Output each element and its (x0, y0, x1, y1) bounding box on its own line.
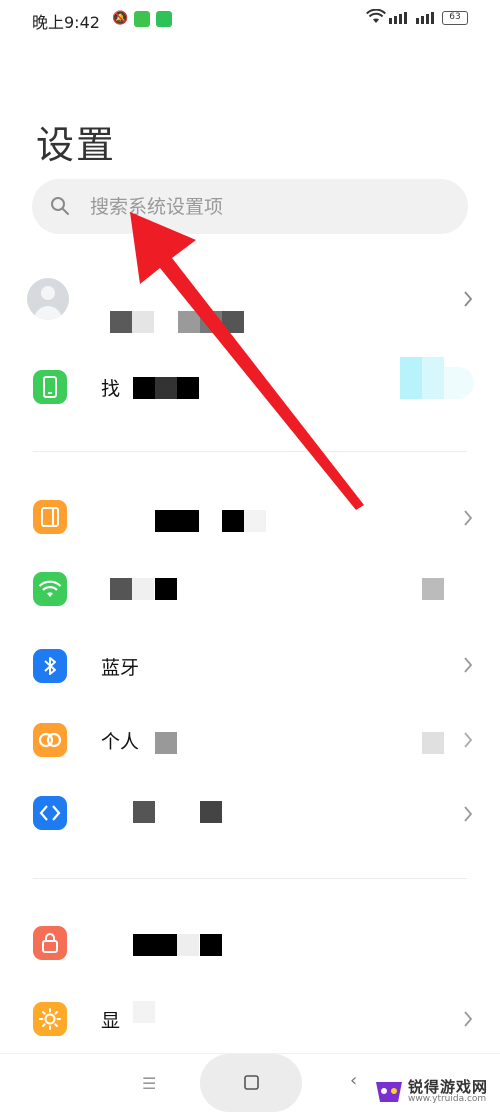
display-row[interactable]: 显 (0, 989, 500, 1049)
chevron-right-icon (464, 732, 473, 748)
signal-icon (389, 12, 407, 24)
wifi-status-icon (366, 9, 386, 23)
wlan-row[interactable] (0, 559, 500, 619)
redacted-block (200, 311, 222, 333)
display-label: 显 (101, 1010, 121, 1032)
redacted-block (110, 578, 132, 600)
link-icon (33, 723, 67, 757)
sim-card-icon (33, 500, 67, 534)
redacted-block (244, 510, 266, 532)
mute-bell-icon: 🔕 (112, 11, 129, 26)
wechat-notification-icon (156, 11, 172, 27)
redacted-block (177, 934, 199, 956)
find-device-row[interactable]: 找 (0, 357, 500, 417)
redacted-block (155, 732, 177, 754)
app-notification-icon (134, 11, 150, 27)
status-bar: 晚上9:42 🔕 63 (0, 0, 500, 40)
page-title: 设置 (36, 123, 117, 167)
bluetooth-icon (33, 649, 67, 683)
gamepad-logo-icon (376, 1082, 402, 1102)
connection-sharing-row[interactable] (0, 783, 500, 843)
redacted-block (155, 578, 177, 600)
redacted-block (422, 357, 444, 399)
lock-icon (33, 926, 67, 960)
watermark-url: www.ytruida.com (408, 1094, 487, 1104)
avatar (27, 278, 69, 320)
redacted-block (444, 367, 474, 399)
personal-hotspot-row[interactable]: 个人 (0, 710, 500, 770)
wifi-icon (33, 572, 67, 606)
bluetooth-label: 蓝牙 (101, 657, 140, 679)
redacted-block (200, 801, 222, 823)
bluetooth-row[interactable]: 蓝牙 (0, 636, 500, 696)
phone-icon (33, 370, 67, 404)
chevron-right-icon (464, 1011, 473, 1027)
section-divider (33, 451, 467, 452)
search-bar[interactable] (32, 179, 468, 234)
sim-card-row[interactable] (0, 487, 500, 547)
redacted-block (177, 377, 199, 399)
chevron-right-icon (464, 291, 473, 307)
chevron-right-icon (464, 806, 473, 822)
section-divider (33, 878, 467, 879)
redacted-block (178, 311, 200, 333)
redacted-block (422, 578, 444, 600)
chevron-right-icon (464, 657, 473, 673)
redacted-block (400, 357, 422, 399)
chevron-right-icon (464, 510, 473, 526)
lock-screen-row[interactable] (0, 913, 500, 973)
redacted-block (222, 311, 244, 333)
status-time: 晚上9:42 (32, 13, 100, 32)
personal-hotspot-label: 个人 (101, 731, 140, 753)
back-icon[interactable]: ‹ (350, 1070, 357, 1091)
redacted-block (132, 578, 154, 600)
search-input[interactable] (90, 179, 450, 234)
sun-icon (33, 1002, 67, 1036)
battery-icon: 63 (442, 11, 468, 25)
connection-icon (33, 796, 67, 830)
redacted-block (222, 510, 244, 532)
find-device-label: 找 (101, 378, 121, 400)
menu-icon[interactable]: ☰ (142, 1074, 156, 1093)
search-icon (51, 197, 69, 215)
redacted-block (133, 1001, 155, 1023)
redacted-block (155, 510, 199, 532)
account-row[interactable] (0, 270, 500, 333)
signal-icon (416, 12, 434, 24)
redacted-block (110, 311, 132, 333)
redacted-block (133, 934, 177, 956)
redacted-block (422, 732, 444, 754)
redacted-block (200, 934, 222, 956)
watermark: 锐得游戏网 www.ytruida.com (372, 1076, 497, 1106)
redacted-block (133, 801, 155, 823)
redacted-block (155, 377, 177, 399)
redacted-block (132, 311, 154, 333)
home-button[interactable] (200, 1054, 302, 1112)
